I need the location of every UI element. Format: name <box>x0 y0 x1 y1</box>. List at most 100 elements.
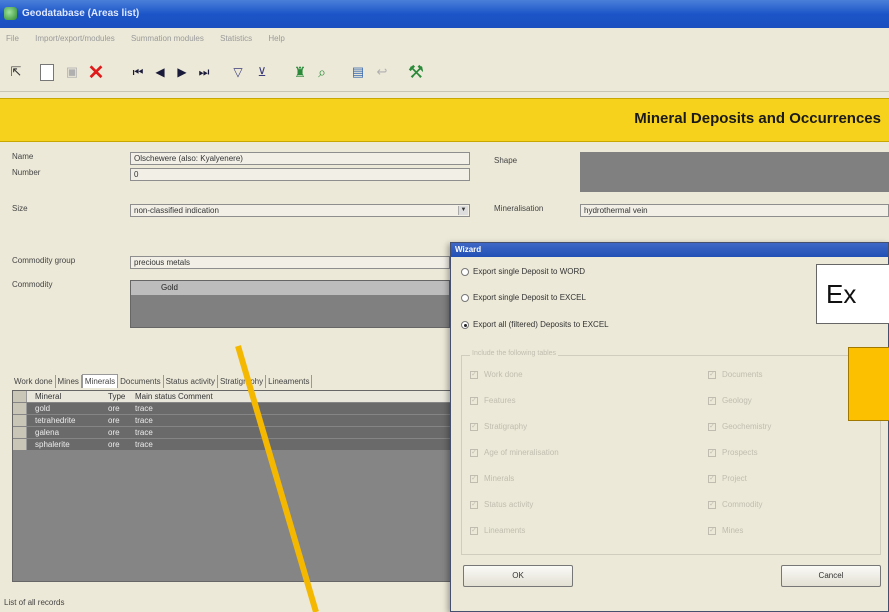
cell-type[interactable]: ore <box>108 403 120 414</box>
table-row[interactable]: galena ore trace <box>13 427 451 438</box>
checkbox-icon[interactable]: ✓ <box>708 526 716 535</box>
size-select[interactable]: non-classified indication ▼ <box>130 204 470 217</box>
select-record-icon[interactable]: ⇱ <box>6 62 26 82</box>
row-selector[interactable] <box>13 439 27 450</box>
delete-icon[interactable]: ✕ <box>86 62 106 84</box>
checkbox-features[interactable]: ✓ Features <box>470 396 516 405</box>
cell-main-status[interactable]: trace <box>135 427 153 438</box>
checkbox-icon[interactable]: ✓ <box>470 422 478 431</box>
checkbox-status-activity[interactable]: ✓ Status activity <box>470 500 533 509</box>
commodity-group-field[interactable]: precious metals <box>130 256 450 269</box>
checkbox-documents[interactable]: ✓ Documents <box>708 370 762 379</box>
cell-mineral[interactable]: tetrahedrite <box>35 415 75 426</box>
column-header-type[interactable]: Type <box>108 391 125 402</box>
checkbox-icon[interactable]: ✓ <box>470 526 478 535</box>
tools-icon[interactable]: ⚒ <box>406 62 426 82</box>
close-record-icon[interactable]: ↩ <box>372 62 392 82</box>
checkbox-icon[interactable]: ✓ <box>470 448 478 457</box>
cell-type[interactable]: ore <box>108 415 120 426</box>
radio-button[interactable] <box>461 267 469 276</box>
menu-summation[interactable]: Summation modules <box>131 34 204 43</box>
name-field[interactable]: Olschewere (also: Kyalyenere) <box>130 152 470 165</box>
commodity-list[interactable]: Gold <box>130 280 450 328</box>
menu-help[interactable]: Help <box>268 34 284 43</box>
checkbox-icon[interactable]: ✓ <box>708 474 716 483</box>
menu-import-export[interactable]: Import/export/modules <box>35 34 115 43</box>
checkbox-stratigraphy[interactable]: ✓ Stratigraphy <box>470 422 527 431</box>
find-next-icon[interactable]: ⌕ <box>312 62 332 82</box>
checkbox-project[interactable]: ✓ Project <box>708 474 747 483</box>
tab-documents[interactable]: Documents <box>118 375 164 388</box>
checkbox-mines[interactable]: ✓ Mines <box>708 526 743 535</box>
radio-button-selected[interactable] <box>461 320 469 329</box>
checkbox-geochemistry[interactable]: ✓ Geochemistry <box>708 422 771 431</box>
previous-record-icon[interactable]: ◀ <box>150 62 170 82</box>
tab-work-done[interactable]: Work done <box>12 375 56 388</box>
mineralisation-field[interactable]: hydrothermal vein <box>580 204 889 217</box>
checkbox-minerals[interactable]: ✓ Minerals <box>470 474 514 483</box>
checkbox-icon[interactable]: ✓ <box>470 500 478 509</box>
menu-statistics[interactable]: Statistics <box>220 34 252 43</box>
column-header-comment[interactable]: Comment <box>178 391 213 402</box>
chevron-down-icon[interactable]: ▼ <box>458 206 468 215</box>
checkbox-icon[interactable]: ✓ <box>470 474 478 483</box>
checkbox-icon[interactable]: ✓ <box>470 396 478 405</box>
report-icon[interactable]: ▤ <box>348 62 368 82</box>
option-export-all-excel[interactable]: Export all (filtered) Deposits to EXCEL <box>461 320 609 329</box>
column-header-mineral[interactable]: Mineral <box>35 391 61 402</box>
first-record-icon[interactable]: ⏮ <box>128 62 148 82</box>
next-record-icon[interactable]: ▶ <box>172 62 192 82</box>
table-row[interactable]: sphalerite ore trace <box>13 439 451 450</box>
wizard-title: Wizard <box>451 243 888 257</box>
cell-main-status[interactable]: trace <box>135 439 153 450</box>
tab-lineaments[interactable]: Lineaments <box>266 375 313 388</box>
checkbox-icon[interactable]: ✓ <box>708 448 716 457</box>
option-export-word[interactable]: Export single Deposit to WORD <box>461 267 585 276</box>
checkbox-label: Work done <box>484 370 523 379</box>
checkbox-icon[interactable]: ✓ <box>708 500 716 509</box>
last-record-icon[interactable]: ⏭ <box>194 62 214 82</box>
radio-button[interactable] <box>461 293 469 302</box>
checkbox-label: Stratigraphy <box>484 422 528 431</box>
table-row[interactable]: tetrahedrite ore trace <box>13 415 451 426</box>
checkbox-age-of-mineralisation[interactable]: ✓ Age of mineralisation <box>470 448 559 457</box>
checkbox-icon[interactable]: ✓ <box>708 396 716 405</box>
menu-file[interactable]: File <box>6 34 19 43</box>
tab-status-activity[interactable]: Status activity <box>164 375 218 388</box>
find-icon[interactable]: ♜ <box>290 62 310 82</box>
cell-main-status[interactable]: trace <box>135 403 153 414</box>
cell-mineral[interactable]: galena <box>35 427 59 438</box>
row-selector[interactable] <box>13 403 27 414</box>
checkbox-icon[interactable]: ✓ <box>470 370 478 379</box>
cell-mineral[interactable]: gold <box>35 403 50 414</box>
save-icon[interactable]: ▣ <box>62 62 82 82</box>
checkbox-icon[interactable]: ✓ <box>708 370 716 379</box>
cell-type[interactable]: ore <box>108 439 120 450</box>
remove-filter-icon[interactable]: ⊻ <box>252 62 272 82</box>
row-selector[interactable] <box>13 415 27 426</box>
column-header-main-status[interactable]: Main status <box>135 391 176 402</box>
number-field[interactable]: 0 <box>130 168 470 181</box>
cancel-button[interactable]: Cancel <box>781 565 881 587</box>
checkbox-work-done[interactable]: ✓ Work done <box>470 370 523 379</box>
new-record-icon[interactable] <box>40 64 54 81</box>
checkbox-lineaments[interactable]: ✓ Lineaments <box>470 526 525 535</box>
ok-button[interactable]: OK <box>463 565 573 587</box>
option-export-single-excel-label: Export single Deposit to EXCEL <box>473 293 586 302</box>
checkbox-prospects[interactable]: ✓ Prospects <box>708 448 758 457</box>
checkbox-geology[interactable]: ✓ Geology <box>708 396 752 405</box>
filter-icon[interactable]: ▽ <box>228 62 248 82</box>
table-row[interactable]: gold ore trace <box>13 403 451 414</box>
row-selector[interactable] <box>13 427 27 438</box>
checkbox-icon[interactable]: ✓ <box>708 422 716 431</box>
cell-mineral[interactable]: sphalerite <box>35 439 70 450</box>
cell-type[interactable]: ore <box>108 427 120 438</box>
tab-stratigraphy[interactable]: Stratigraphy <box>218 375 267 388</box>
commodity-list-item[interactable]: Gold <box>131 281 449 295</box>
tab-mines[interactable]: Mines <box>56 375 82 388</box>
cell-main-status[interactable]: trace <box>135 415 153 426</box>
checkbox-commodity[interactable]: ✓ Commodity <box>708 500 762 509</box>
shape-label: Shape <box>494 156 518 165</box>
tab-minerals[interactable]: Minerals <box>81 374 119 388</box>
option-export-single-excel[interactable]: Export single Deposit to EXCEL <box>461 293 586 302</box>
